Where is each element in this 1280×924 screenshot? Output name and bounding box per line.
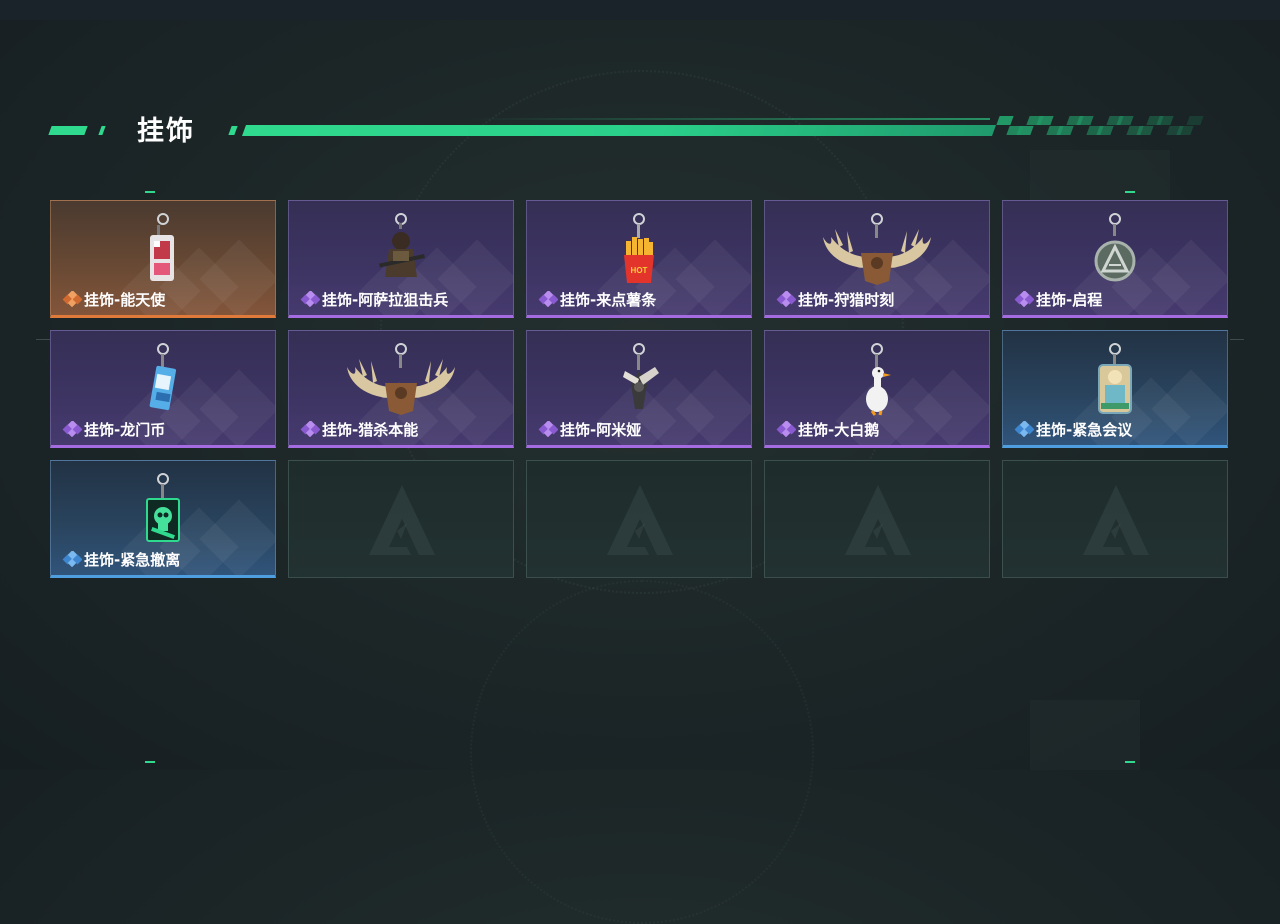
pendant-keychain-icon	[133, 207, 193, 293]
corner-mark	[1125, 191, 1135, 193]
side-line	[1230, 339, 1244, 340]
header-accent	[48, 126, 88, 135]
item-label: 挂饰-紧急撤离	[84, 551, 181, 569]
item-label: 挂饰-狩猎时刻	[798, 291, 895, 309]
header-accent	[228, 126, 238, 135]
item-card[interactable]: 挂饰-猎杀本能	[288, 330, 514, 448]
fries-icon: HOT	[609, 207, 669, 293]
item-card[interactable]: 挂饰-阿米娅	[526, 330, 752, 448]
rarity-icon	[1014, 420, 1035, 438]
item-card[interactable]: 挂饰-大白鹅	[764, 330, 990, 448]
skull-box-icon	[133, 467, 193, 553]
item-card[interactable]: 挂饰-启程	[1002, 200, 1228, 318]
item-card[interactable]: 挂饰-阿萨拉狙击兵	[288, 200, 514, 318]
item-card[interactable]: 挂饰-紧急会议	[1002, 330, 1228, 448]
rarity-icon	[62, 550, 83, 568]
item-label: 挂饰-启程	[1036, 291, 1103, 309]
rarity-icon	[776, 290, 797, 308]
top-bar	[0, 0, 1280, 20]
empty-slot	[288, 460, 514, 578]
item-card[interactable]: 挂饰-紧急撤离	[50, 460, 276, 578]
rabbit-figure-icon	[609, 337, 669, 423]
placeholder-logo-icon	[843, 483, 913, 561]
rarity-icon	[62, 290, 83, 308]
background-shape	[1030, 700, 1140, 770]
antlers-icon	[817, 207, 937, 293]
svg-text:HOT: HOT	[631, 266, 648, 275]
header-progress-bar	[241, 125, 997, 136]
item-label: 挂饰-能天使	[84, 291, 166, 309]
rarity-icon	[538, 420, 559, 438]
placeholder-logo-icon	[1081, 483, 1151, 561]
rarity-icon	[776, 420, 797, 438]
coin-card-icon	[133, 337, 193, 423]
rarity-icon	[300, 290, 321, 308]
item-label: 挂饰-龙门币	[84, 421, 166, 439]
goose-icon	[847, 337, 907, 423]
rarity-icon	[1014, 290, 1035, 308]
item-label: 挂饰-大白鹅	[798, 421, 880, 439]
rarity-icon	[62, 420, 83, 438]
header-accent	[98, 126, 106, 135]
placeholder-logo-icon	[367, 483, 437, 561]
header-thin-line	[470, 118, 990, 120]
medal-icon	[1085, 207, 1145, 293]
header-checker-decoration	[994, 116, 1204, 136]
sniper-figure-icon	[371, 207, 431, 293]
item-label: 挂饰-猎杀本能	[322, 421, 419, 439]
item-card[interactable]: 挂饰-能天使	[50, 200, 276, 318]
corner-mark	[145, 761, 155, 763]
item-label: 挂饰-阿萨拉狙击兵	[322, 291, 449, 309]
corner-mark	[1125, 761, 1135, 763]
placeholder-logo-icon	[605, 483, 675, 561]
background-ring	[470, 580, 814, 924]
corner-mark	[145, 191, 155, 193]
item-label: 挂饰-紧急会议	[1036, 421, 1133, 439]
item-label: 挂饰-阿米娅	[560, 421, 642, 439]
rarity-icon	[300, 420, 321, 438]
item-label: 挂饰-来点薯条	[560, 291, 657, 309]
antlers-icon	[341, 337, 461, 423]
page-title: 挂饰	[137, 116, 195, 147]
figure-badge-icon	[1085, 337, 1145, 423]
rarity-icon	[538, 290, 559, 308]
empty-slot	[764, 460, 990, 578]
side-line	[36, 339, 50, 340]
item-card[interactable]: 挂饰-狩猎时刻	[764, 200, 990, 318]
item-card[interactable]: HOT 挂饰-来点薯条	[526, 200, 752, 318]
item-card[interactable]: 挂饰-龙门币	[50, 330, 276, 448]
empty-slot	[1002, 460, 1228, 578]
empty-slot	[526, 460, 752, 578]
